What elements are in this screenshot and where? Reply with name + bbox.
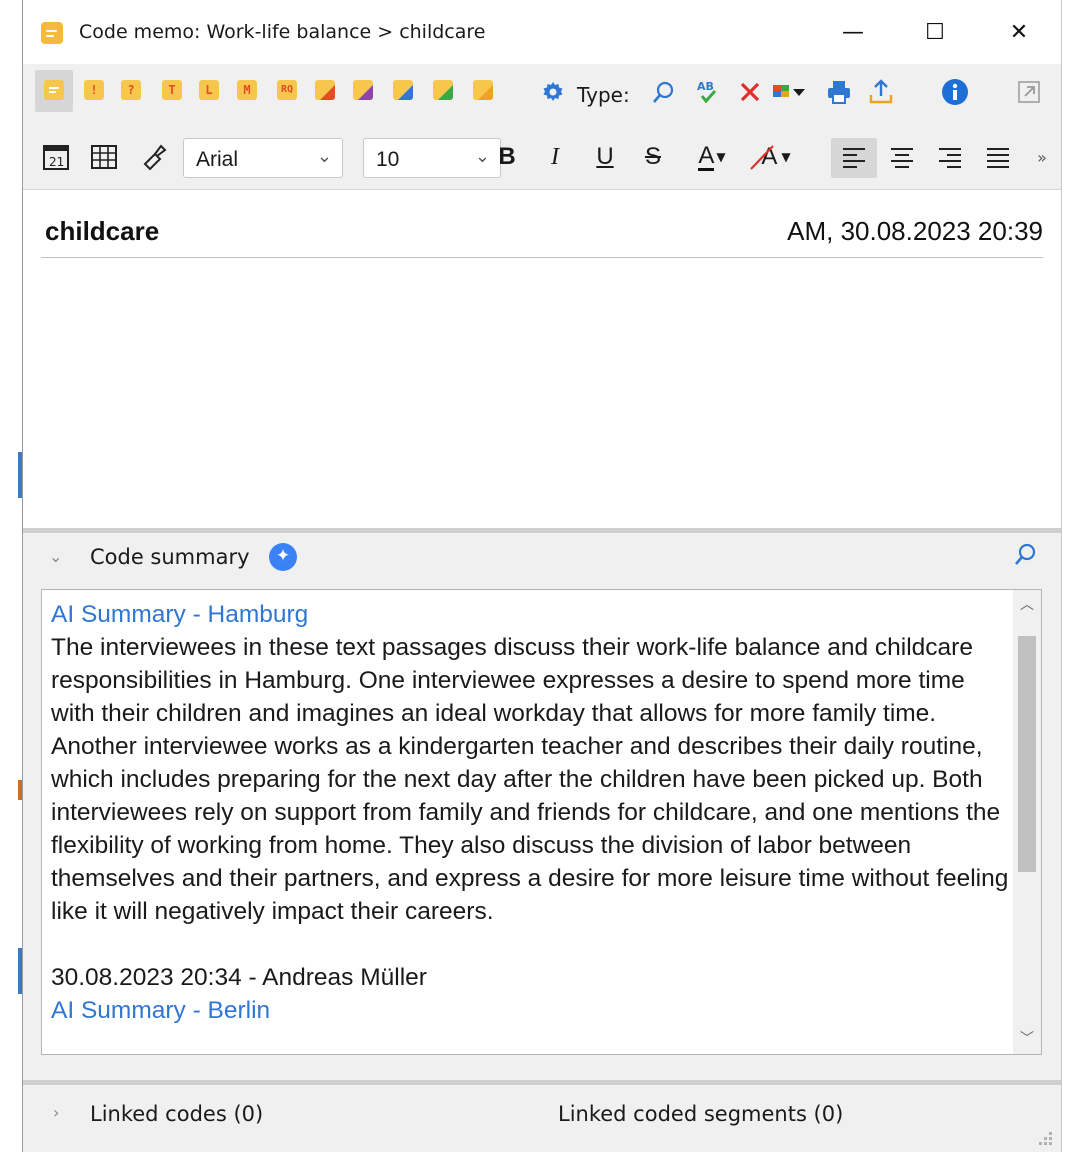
linked-codes-link[interactable]: Linked codes (0) — [90, 1102, 263, 1126]
scroll-down-icon[interactable]: ﹀ — [1013, 1026, 1041, 1052]
svg-text:21: 21 — [49, 155, 64, 169]
svg-text:AB: AB — [697, 80, 714, 93]
title-bar: Code memo: Work-life balance > childcare… — [23, 0, 1061, 64]
memo-type-question-icon[interactable]: ? — [121, 80, 141, 100]
export-icon[interactable] — [865, 78, 897, 106]
chevron-down-icon: ⌄ — [316, 146, 332, 166]
font-color-button[interactable]: A ▼ — [687, 138, 737, 176]
code-summary-header[interactable]: ⌄ Code summary — [23, 533, 1061, 585]
code-summary-content: AI Summary - Hamburg The interviewees in… — [51, 598, 1011, 1027]
memo-type-default-icon[interactable] — [44, 80, 64, 100]
highlight-color-button[interactable]: A ▼ — [749, 138, 803, 176]
summary-heading: AI Summary - Berlin — [51, 997, 271, 1024]
insert-date-icon[interactable]: 21 — [37, 138, 75, 176]
memo-type-literature-icon[interactable]: L — [199, 80, 219, 100]
chevron-down-icon: ▼ — [716, 150, 726, 164]
delete-icon[interactable] — [735, 78, 765, 106]
font-family-select[interactable]: Arial ⌄ — [183, 138, 343, 178]
scrollbar-thumb[interactable] — [1018, 636, 1036, 872]
info-icon[interactable] — [939, 78, 971, 106]
italic-button[interactable]: I — [539, 138, 571, 176]
toolbar-overflow-button[interactable]: » — [1031, 138, 1053, 176]
memo-color-purple-icon[interactable] — [353, 80, 373, 100]
no-highlight-slash-icon — [750, 145, 774, 170]
underline-button[interactable]: U — [589, 138, 621, 176]
undock-icon[interactable] — [1013, 78, 1045, 106]
chevron-down-icon: ⌄ — [474, 146, 490, 166]
memo-type-theory-icon[interactable]: T — [162, 80, 182, 100]
font-size-value: 10 — [376, 148, 400, 171]
minimize-button[interactable]: — — [831, 12, 875, 52]
formatting-toolbar: 21 Arial ⌄ 10 ⌄ B I U S A ▼ A ▼ » — [23, 126, 1061, 190]
print-icon[interactable] — [823, 78, 855, 106]
memo-title[interactable]: childcare — [45, 216, 159, 247]
linked-segments-link[interactable]: Linked coded segments (0) — [558, 1102, 843, 1126]
ai-assist-icon[interactable] — [269, 543, 297, 571]
type-label: Type: — [577, 83, 630, 107]
memo-type-important-icon[interactable]: ! — [84, 80, 104, 100]
memo-color-orange-icon[interactable] — [473, 80, 493, 100]
chevron-right-icon[interactable]: › — [53, 1103, 59, 1122]
memo-author-date: AM, 30.08.2023 20:39 — [787, 216, 1043, 246]
summary-heading: AI Summary - Hamburg — [51, 601, 309, 628]
format-painter-icon[interactable] — [135, 138, 173, 176]
code-summary-label: Code summary — [90, 545, 250, 569]
color-picker-icon[interactable] — [769, 78, 813, 106]
chevron-down-icon[interactable]: ⌄ — [49, 547, 62, 566]
font-color-letter: A — [698, 141, 715, 171]
code-memo-window: Code memo: Work-life balance > childcare… — [22, 0, 1062, 1152]
strikethrough-button[interactable]: S — [637, 138, 669, 176]
summary-author-line: 30.08.2023 20:34 - Andreas Müller — [51, 964, 427, 991]
scroll-up-icon[interactable]: ︿ — [1013, 592, 1041, 618]
insert-table-icon[interactable] — [85, 138, 123, 176]
memo-color-blue-icon[interactable] — [393, 80, 413, 100]
font-family-value: Arial — [196, 148, 239, 171]
window-title: Code memo: Work-life balance > childcare — [79, 21, 486, 43]
spellcheck-icon[interactable]: AB — [693, 78, 723, 106]
align-justify-icon[interactable] — [981, 138, 1015, 176]
code-summary-textbox[interactable]: AI Summary - Hamburg The interviewees in… — [41, 589, 1042, 1055]
memo-type-method-icon[interactable]: M — [237, 80, 257, 100]
memo-editor[interactable]: childcare AM, 30.08.2023 20:39 — [23, 190, 1061, 528]
align-right-icon[interactable] — [933, 138, 967, 176]
memo-color-green-icon[interactable] — [433, 80, 453, 100]
chevron-down-icon: ▼ — [781, 150, 791, 164]
memo-type-research-question-icon[interactable]: RQ — [277, 80, 297, 100]
align-left-icon[interactable] — [837, 138, 871, 176]
title-divider — [41, 257, 1043, 258]
search-icon[interactable] — [649, 78, 679, 106]
memo-app-icon — [41, 22, 63, 44]
close-button[interactable]: ✕ — [997, 12, 1041, 52]
resize-grip-icon[interactable] — [1039, 1132, 1053, 1146]
memo-type-toolbar: ! ? T L M RQ Type: AB — [23, 64, 1061, 126]
background-window-edge — [0, 0, 22, 1152]
font-size-select[interactable]: 10 ⌄ — [363, 138, 501, 178]
linked-section: › Linked codes (0) Linked coded segments… — [23, 1085, 1061, 1152]
search-icon[interactable] — [1013, 541, 1039, 573]
memo-color-red-icon[interactable] — [315, 80, 335, 100]
align-center-icon[interactable] — [885, 138, 919, 176]
summary-body: The interviewees in these text passages … — [51, 634, 1009, 925]
vertical-scrollbar[interactable]: ︿ ﹀ — [1013, 590, 1041, 1054]
settings-gear-icon[interactable] — [539, 78, 567, 106]
maximize-button[interactable]: ☐ — [913, 12, 957, 52]
bold-button[interactable]: B — [491, 138, 523, 176]
